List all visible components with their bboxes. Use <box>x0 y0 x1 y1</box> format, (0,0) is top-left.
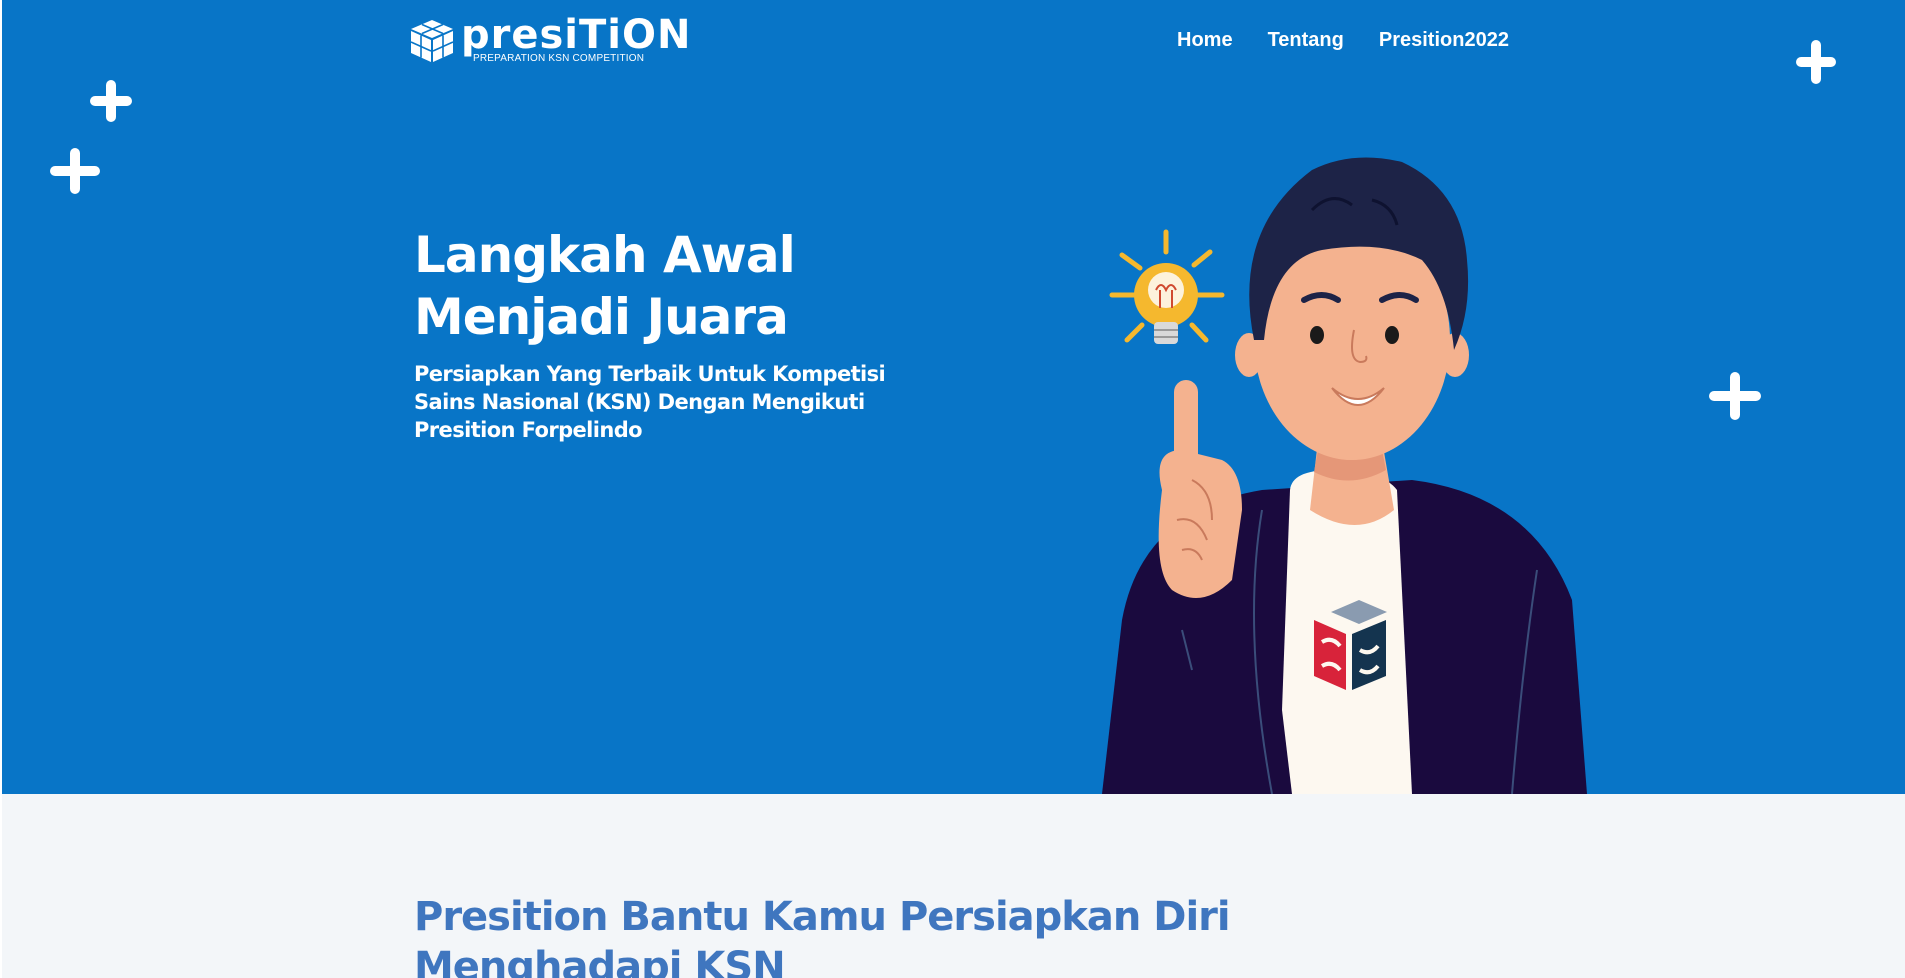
hero-subheadline: Persiapkan Yang Terbaik Untuk Kompetisi … <box>414 362 886 442</box>
hero-headline: Langkah Awal Menjadi Juara <box>414 224 934 348</box>
lightbulb-icon <box>1134 263 1198 344</box>
plus-sparkle-icon <box>50 148 100 194</box>
hero-section: presiTiON PREPARATION KSN COMPETITION Ho… <box>0 0 1905 794</box>
hero-headline-line2: Menjadi Juara <box>414 288 789 346</box>
site-logo[interactable]: presiTiON PREPARATION KSN COMPETITION <box>407 12 692 64</box>
plus-sparkle-icon <box>1709 372 1761 420</box>
logo-wordmark: presiTiON <box>461 12 692 58</box>
hero-headline-line1: Langkah Awal <box>414 226 796 284</box>
cube-logo-icon <box>410 20 454 62</box>
main-nav: Home Tentang Presition2022 <box>1177 28 1544 52</box>
nav-link-home[interactable]: Home <box>1177 28 1233 52</box>
pointing-hand <box>1158 380 1242 598</box>
top-navbar: presiTiON PREPARATION KSN COMPETITION Ho… <box>2 0 1905 84</box>
intro-section-title: Presition Bantu Kamu Persiapkan Diri Men… <box>414 894 1231 978</box>
logo-tagline: PREPARATION KSN COMPETITION <box>473 53 645 64</box>
intro-section: Presition Bantu Kamu Persiapkan Diri Men… <box>0 794 1905 978</box>
plus-sparkle-icon <box>1796 40 1836 84</box>
nav-link-presition2022[interactable]: Presition2022 <box>1379 28 1509 52</box>
plus-sparkle-icon <box>90 80 132 122</box>
nav-link-tentang[interactable]: Tentang <box>1268 28 1344 52</box>
person-with-lightbulb-illustration <box>1102 157 1587 794</box>
